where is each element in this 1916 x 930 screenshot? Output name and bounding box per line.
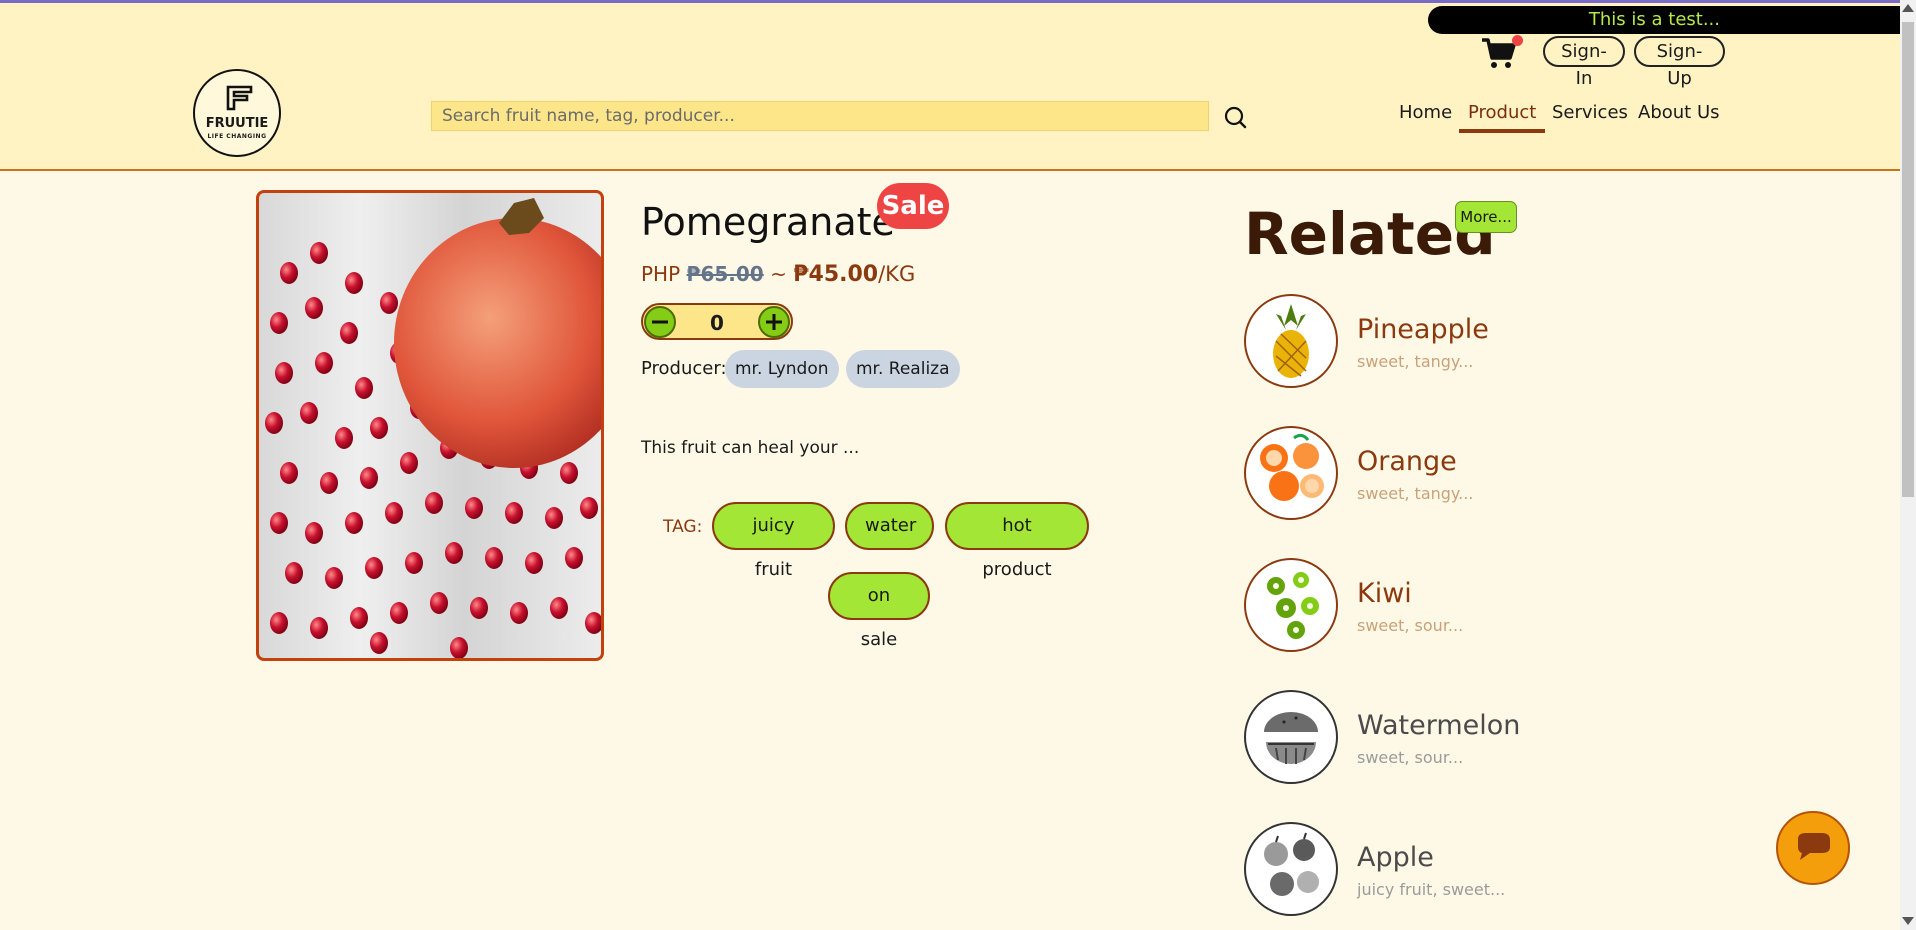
producer-label: Producer: [641,358,727,379]
related-item[interactable]: Apple juicy fruit, sweet... [1244,822,1624,918]
tag-chip[interactable]: juicy fruit [712,502,835,580]
related-name: Pineapple [1357,314,1489,345]
site-logo[interactable]: FRUUTIE LIFE CHANGING [193,69,281,157]
price-separator: ~ [770,262,787,286]
price-line: PHP ₱65.00 ~ ₱45.00/KG [641,262,915,287]
quantity-stepper: 0 [641,303,793,340]
test-banner: This is a test... [1428,6,1900,34]
product-image [256,190,604,661]
chat-button[interactable] [1776,811,1850,885]
search-button[interactable] [1219,102,1251,132]
related-item[interactable]: Kiwi sweet, sour... [1244,558,1624,654]
nav-about-us[interactable]: About Us [1638,101,1720,125]
watermelon-image [1264,712,1318,764]
tag-chip[interactable]: hot product [945,502,1089,580]
related-item[interactable]: Watermelon sweet, sour... [1244,690,1624,786]
site-header: This is a test... Sign-In Sign-Up FRUUTI… [0,3,1900,171]
related-name: Watermelon [1357,710,1521,741]
related-item[interactable]: Orange sweet, tangy... [1244,426,1624,522]
related-tags: sweet, tangy... [1357,484,1474,503]
increase-button[interactable] [758,306,790,338]
orange-image [1260,433,1324,501]
plus-icon [766,314,782,330]
chat-icon [1798,833,1830,860]
related-name: Kiwi [1357,578,1412,609]
tag-chip[interactable]: water [845,502,934,550]
scrollbar-thumb[interactable] [1902,22,1914,497]
pineapple-image [1273,304,1309,378]
related-thumbnail [1244,822,1338,916]
producer-chip[interactable]: mr. Lyndon [725,350,839,388]
more-button[interactable]: More... [1455,201,1517,233]
related-tags: juicy fruit, sweet... [1357,880,1506,899]
sign-in-button[interactable]: Sign-In [1543,36,1625,89]
related-thumbnail [1244,294,1338,388]
product-description: This fruit can heal your ... [641,438,860,458]
search-input[interactable] [431,101,1209,131]
related-thumbnail [1244,426,1338,520]
search-icon [1224,106,1247,129]
decrease-button[interactable] [644,306,676,338]
nav-services[interactable]: Services [1552,101,1628,125]
logo-name: FRUUTIE [205,116,269,131]
sign-up-button[interactable]: Sign-Up [1634,36,1725,89]
related-name: Orange [1357,446,1457,477]
nav-home[interactable]: Home [1399,101,1452,125]
producer-chip[interactable]: mr. Realiza [846,350,960,388]
pomegranate-illustration [265,198,601,658]
price-unit: /KG [878,262,916,286]
related-name: Apple [1357,842,1434,873]
minus-icon [652,320,668,324]
apple-image [1264,832,1319,896]
related-item[interactable]: Pineapple sweet, tangy... [1244,294,1624,390]
product-title: Pomegranate [641,200,895,244]
scroll-down-arrow-icon[interactable] [1902,917,1914,925]
old-price: ₱65.00 [686,262,764,286]
tag-label: TAG: [663,517,703,537]
quantity-value[interactable]: 0 [681,311,753,335]
related-thumbnail [1244,558,1338,652]
logo-tagline: LIFE CHANGING [207,133,267,140]
kiwi-image [1267,572,1319,639]
scroll-up-arrow-icon[interactable] [1902,4,1914,12]
related-tags: sweet, tangy... [1357,352,1474,371]
new-price: ₱45.00 [793,262,879,287]
cart-notification-dot [1512,35,1523,46]
related-tags: sweet, sour... [1357,616,1464,635]
nav-product[interactable]: Product [1459,101,1546,133]
cart-icon [1482,38,1516,68]
related-thumbnail [1244,690,1338,784]
price-currency: PHP [641,262,681,286]
tag-chip[interactable]: on sale [828,572,930,650]
related-tags: sweet, sour... [1357,748,1464,767]
sale-badge: Sale [877,183,949,229]
cart-button[interactable] [1480,36,1516,70]
logo-mark-icon [226,85,253,111]
